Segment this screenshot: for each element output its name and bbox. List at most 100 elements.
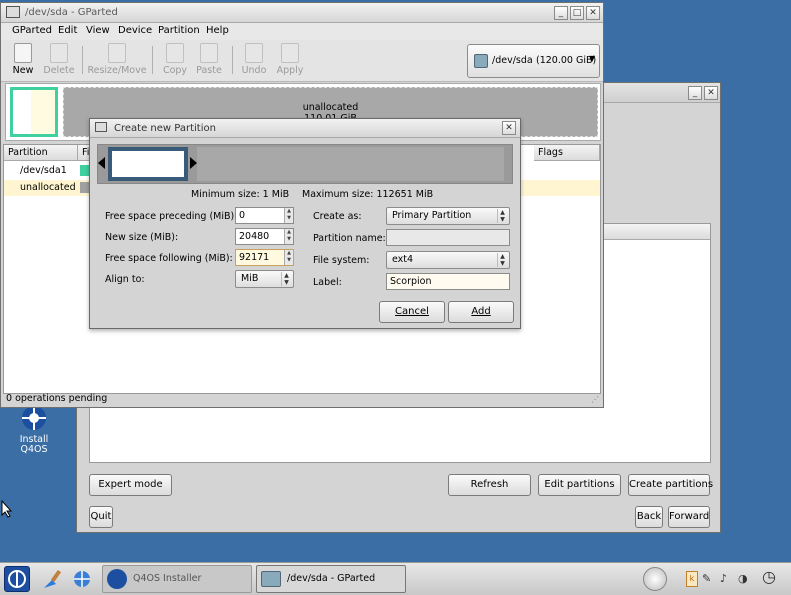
file-system-value: ext4 [392, 254, 414, 265]
cancel-button[interactable]: Cancel [379, 301, 445, 323]
free-preceding-value: 0 [239, 210, 246, 221]
maximize-button[interactable]: □ [570, 6, 584, 20]
free-following-value: 92171 [239, 252, 270, 263]
task-gparted[interactable]: /dev/sda - GParted [256, 565, 406, 593]
task-q4os-installer[interactable]: Q4OS Installer [102, 565, 252, 593]
toolbar-separator [82, 46, 83, 74]
dialog-app-icon [95, 122, 107, 132]
taskbar: Q4OS Installer /dev/sda - GParted k ✎ ♪ … [0, 562, 791, 595]
edit-partitions-button[interactable]: Edit partitions [538, 474, 621, 496]
close-button[interactable]: ✕ [704, 86, 718, 100]
new-button[interactable]: New [9, 42, 37, 80]
spin-arrows-icon[interactable]: ▲ ▼ [284, 208, 293, 223]
align-to-value: MiB [241, 273, 259, 284]
align-to-select[interactable]: MiB ▲ ▼ [235, 270, 294, 288]
gparted-titlebar: /dev/sda - GParted _ □ ✕ [1, 3, 603, 23]
q4os-logo-icon [8, 570, 26, 588]
left-drag-handle-icon[interactable] [98, 157, 105, 169]
minimize-button[interactable]: _ [554, 6, 568, 20]
paste-button[interactable]: Paste [194, 42, 224, 80]
partition-size-slider[interactable] [97, 144, 513, 184]
q4os-logo-icon [22, 406, 46, 430]
start-menu-button[interactable] [4, 566, 30, 592]
power-icon[interactable]: ◑ [738, 572, 752, 586]
maximum-size-text: Maximum size: 112651 MiB [302, 189, 434, 200]
row-partition: unallocated [20, 182, 76, 193]
trash-icon [50, 43, 68, 63]
toolbar: New Delete Resize/Move Copy Paste Undo A… [1, 40, 603, 82]
paint-brush-icon[interactable] [42, 568, 66, 590]
menu-partition[interactable]: Partition [158, 25, 200, 36]
file-system-select[interactable]: ext4 ▲ ▼ [386, 251, 510, 269]
spin-arrows-icon[interactable]: ▲ ▼ [284, 229, 293, 244]
gparted-app-icon [6, 6, 20, 18]
apply-button[interactable]: Apply [275, 42, 305, 80]
spin-arrows-icon: ▲ ▼ [281, 272, 291, 286]
undo-button[interactable]: Undo [240, 42, 268, 80]
partition-block-sda1[interactable] [10, 87, 58, 137]
resize-move-button[interactable]: Resize/Move [87, 42, 147, 80]
toolbar-separator [232, 46, 233, 74]
new-size-input[interactable]: 20480 ▲ ▼ [235, 228, 294, 245]
close-button[interactable]: ✕ [586, 6, 600, 20]
free-following-input[interactable]: 92171 ▲ ▼ [235, 249, 294, 266]
mouse-cursor-icon [1, 500, 13, 518]
create-as-value: Primary Partition [392, 210, 472, 221]
clock-icon[interactable]: ◷ [762, 567, 786, 591]
forward-button[interactable]: Forward [668, 506, 710, 528]
label-input[interactable]: Scorpion [386, 273, 510, 290]
free-preceding-label: Free space preceding (MiB): [105, 211, 238, 222]
partition-name-input[interactable] [386, 229, 510, 246]
spin-arrows-icon: ▲ ▼ [497, 209, 507, 223]
checkmark-icon [281, 43, 299, 63]
optical-disc-icon[interactable] [643, 567, 667, 591]
device-name: /dev/sda [492, 55, 533, 66]
install-q4os-desktop-icon[interactable]: Install Q4OS [14, 404, 54, 455]
used-space [31, 90, 55, 134]
desktop-icon-label: Install Q4OS [19, 434, 49, 455]
spin-arrows-icon[interactable]: ▲ ▼ [284, 250, 293, 265]
resize-grip-icon[interactable]: ⋰ [591, 395, 601, 405]
free-following-label: Free space following (MiB): [105, 253, 233, 264]
label-label: Label: [313, 277, 342, 288]
create-as-select[interactable]: Primary Partition ▲ ▼ [386, 207, 510, 225]
free-preceding-input[interactable]: 0 ▲ ▼ [235, 207, 294, 224]
q4os-logo-icon [107, 569, 127, 589]
undo-label: Undo [241, 65, 267, 76]
new-label: New [12, 65, 34, 76]
menu-help[interactable]: Help [206, 25, 229, 36]
create-partitions-button[interactable]: Create partitions [628, 474, 713, 496]
hard-disk-icon [474, 54, 488, 68]
column-partition[interactable]: Partition [4, 145, 78, 161]
unallocated-label: unallocated [302, 102, 359, 113]
menu-edit[interactable]: Edit [58, 25, 77, 36]
right-drag-handle-icon[interactable] [190, 157, 197, 169]
volume-icon[interactable]: ♪ [720, 572, 734, 586]
network-status-icon[interactable]: ✎ [702, 572, 716, 586]
quit-button[interactable]: Quit [89, 506, 113, 528]
apply-label: Apply [276, 65, 304, 76]
create-as-label: Create as: [313, 211, 362, 222]
network-icon[interactable] [70, 568, 94, 590]
minimize-button[interactable]: _ [688, 86, 702, 100]
expert-mode-button[interactable]: Expert mode [89, 474, 172, 496]
file-system-label: File system: [313, 255, 370, 266]
menu-gparted[interactable]: GParted [12, 25, 52, 36]
keyboard-layout-icon[interactable]: k [686, 571, 698, 587]
partition-name-label: Partition name: [313, 233, 386, 244]
menu-view[interactable]: View [86, 25, 110, 36]
copy-button[interactable]: Copy [161, 42, 189, 80]
column-flags[interactable]: Flags [534, 145, 600, 161]
delete-button[interactable]: Delete [42, 42, 76, 80]
close-button[interactable]: ✕ [502, 121, 516, 135]
menu-device[interactable]: Device [118, 25, 152, 36]
back-button[interactable]: Back [635, 506, 663, 528]
chevron-down-icon: ▼ [589, 54, 596, 63]
new-partition-block[interactable] [108, 147, 188, 181]
refresh-button[interactable]: Refresh [448, 474, 531, 496]
add-button[interactable]: Add [448, 301, 514, 323]
hard-disk-icon [261, 571, 281, 587]
device-selector[interactable]: /dev/sda (120.00 GiB) ▼ [467, 44, 600, 78]
menubar: GParted Edit View Device Partition Help [1, 23, 603, 40]
task-label: Q4OS Installer [133, 573, 202, 584]
